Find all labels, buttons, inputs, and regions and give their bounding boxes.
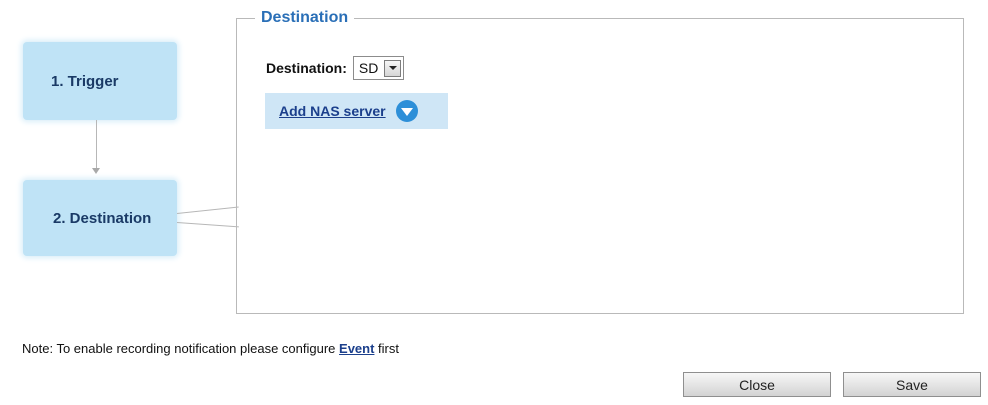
event-link[interactable]: Event [339,341,374,356]
destination-label: Destination: [266,60,347,76]
step-connector-arrow [92,168,100,174]
destination-panel: Destination [236,9,964,314]
panel-legend: Destination [261,9,349,26]
panel-connector-line [176,206,239,214]
save-button[interactable]: Save [843,372,981,397]
note-suffix: first [374,341,399,356]
step-trigger-label: 1. Trigger [51,72,119,90]
step-destination-label: 2. Destination [53,209,152,227]
step-destination[interactable]: 2. Destination [23,180,177,256]
add-nas-server-bar[interactable]: Add NAS server [265,93,448,129]
close-button[interactable]: Close [683,372,831,397]
step-trigger[interactable]: 1. Trigger [23,42,177,120]
select-arrow-icon[interactable] [384,59,402,77]
panel-connector-line [176,222,239,228]
destination-select-value: SD [358,60,379,76]
expand-circle-icon[interactable] [395,100,418,122]
destination-row: Destination: SD [266,56,405,80]
note-prefix: Note: To enable recording notification p… [22,341,340,356]
step-connector-line [96,120,97,172]
note-text: Note: To enable recording notification p… [22,341,399,356]
add-nas-server-link[interactable]: Add NAS server [279,103,386,119]
destination-select[interactable]: SD [352,56,405,80]
